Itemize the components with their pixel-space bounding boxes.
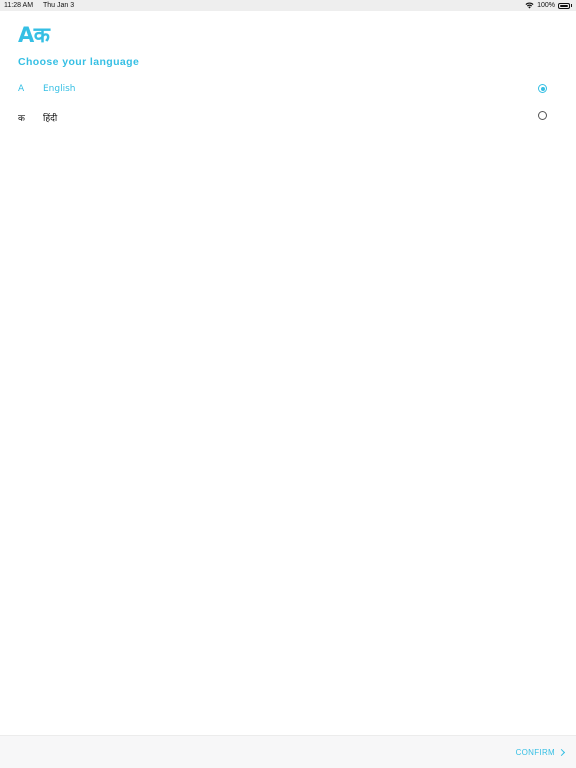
language-glyph: A [18,84,25,94]
language-glyph: क [18,114,25,124]
battery-percent: 100% [537,2,555,9]
language-option-hindi[interactable]: क हिंदी [0,107,576,127]
chevron-right-icon [557,748,566,757]
language-option-english[interactable]: A English [0,80,576,100]
confirm-button[interactable]: CONFIRM [515,748,566,757]
status-date: Thu Jan 3 [43,2,75,9]
status-time: 11:28 AM [4,2,34,9]
radio-selected-icon[interactable] [538,84,547,93]
footer-bar: CONFIRM [0,735,576,768]
page-title: Choose your language [18,56,140,68]
status-left: 11:28 AM Thu Jan 3 [4,0,74,11]
app-logo: Aक [18,23,50,47]
language-name: हिंदी [43,114,58,124]
confirm-label: CONFIRM [515,748,555,757]
status-right: 100% [525,0,572,11]
status-bar: 11:28 AM Thu Jan 3 100% [0,0,576,11]
language-name: English [43,84,76,94]
battery-cap [571,4,572,7]
battery-icon [558,2,570,9]
radio-unselected-icon[interactable] [538,111,547,120]
wifi-icon [525,2,534,9]
